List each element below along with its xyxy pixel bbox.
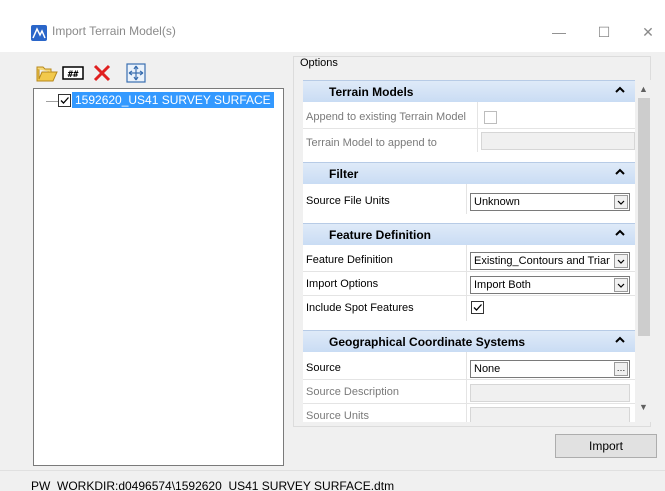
tree-item-checkbox[interactable] (58, 94, 71, 107)
gcs-source-units-field[interactable] (470, 407, 630, 422)
window-title: Import Terrain Model(s) (52, 24, 176, 38)
toolbar: ## (33, 58, 284, 90)
status-bar: PW_WORKDIR:d0496574\1592620_US41 SURVEY … (0, 470, 665, 491)
row-divider (303, 128, 635, 129)
zoom-extents-icon[interactable] (124, 61, 148, 85)
browse-ellipsis-button[interactable]: … (614, 362, 628, 376)
gcs-source-units-label: Source Units (306, 410, 369, 422)
grid-icon[interactable]: ## (61, 61, 85, 85)
section-filter[interactable]: Filter (303, 162, 635, 184)
svg-text:##: ## (68, 70, 79, 80)
gcs-source-description-label: Source Description (306, 386, 399, 398)
app-icon (31, 25, 47, 41)
open-folder-icon[interactable] (35, 61, 59, 85)
import-options-select[interactable]: Import Both (470, 276, 630, 294)
chevron-up-icon[interactable] (613, 226, 627, 240)
section-gcs[interactable]: Geographical Coordinate Systems (303, 330, 635, 352)
scroll-up-icon[interactable]: ▲ (636, 82, 651, 96)
column-divider (466, 245, 467, 321)
scroll-thumb[interactable] (638, 98, 650, 336)
chevron-up-icon[interactable] (613, 165, 627, 179)
source-file-units-value: Unknown (474, 196, 520, 208)
column-divider (466, 352, 467, 422)
maximize-button[interactable]: ☐ (590, 21, 618, 43)
terrain-list-panel: ## 1592620_US41 SURVEY SURFACE (33, 58, 284, 466)
feature-definition-label: Feature Definition (306, 254, 393, 266)
import-button[interactable]: Import (555, 434, 657, 458)
row-divider (303, 271, 635, 272)
chevron-down-icon[interactable] (614, 278, 628, 292)
feature-definition-select[interactable]: Existing_Contours and Triang (470, 252, 630, 270)
column-divider (466, 184, 467, 214)
feature-definition-value: Existing_Contours and Triang (474, 255, 610, 267)
title-bar[interactable]: Import Terrain Model(s) — ☐ ✕ (0, 8, 665, 52)
chevron-up-icon[interactable] (613, 333, 627, 347)
tree-connector (46, 101, 58, 102)
row-divider (303, 403, 635, 404)
terrain-tree[interactable]: 1592620_US41 SURVEY SURFACE (33, 88, 284, 466)
gcs-source-description-field[interactable] (470, 384, 630, 402)
append-to-field[interactable] (481, 132, 635, 150)
gcs-source-value: None (474, 363, 501, 375)
import-options-value: Import Both (474, 279, 531, 291)
close-button[interactable]: ✕ (634, 21, 662, 43)
options-label: Options (300, 57, 338, 69)
chevron-down-icon[interactable] (614, 254, 628, 268)
tree-item-label[interactable]: 1592620_US41 SURVEY SURFACE (72, 92, 274, 108)
top-strip (0, 0, 665, 8)
gcs-source-field[interactable]: None … (470, 360, 630, 378)
row-divider (303, 295, 635, 296)
chevron-down-icon[interactable] (614, 195, 628, 209)
append-existing-checkbox[interactable] (484, 111, 497, 124)
section-title-feature-definition: Feature Definition (329, 228, 432, 242)
section-feature-definition[interactable]: Feature Definition (303, 223, 635, 245)
status-path: PW_WORKDIR:d0496574\1592620_US41 SURVEY … (31, 479, 395, 491)
options-property-grid[interactable]: Terrain Models Append to existing Terrai… (303, 80, 635, 422)
section-terrain-models[interactable]: Terrain Models (303, 80, 635, 102)
import-options-label: Import Options (306, 278, 379, 290)
row-divider (303, 379, 635, 380)
column-divider (477, 102, 478, 152)
chevron-up-icon[interactable] (613, 83, 627, 97)
source-file-units-select[interactable]: Unknown (470, 193, 630, 211)
append-existing-label: Append to existing Terrain Model (306, 111, 467, 123)
scroll-down-icon[interactable]: ▼ (636, 400, 651, 414)
include-spot-features-checkbox[interactable] (471, 301, 484, 314)
section-title-terrain-models: Terrain Models (329, 85, 414, 99)
section-title-gcs: Geographical Coordinate Systems (329, 335, 526, 349)
section-title-filter: Filter (329, 167, 359, 181)
options-scrollbar[interactable]: ▲ ▼ (636, 80, 651, 422)
include-spot-features-label: Include Spot Features (306, 302, 414, 314)
minimize-button[interactable]: — (545, 21, 573, 43)
delete-icon[interactable] (90, 61, 114, 85)
import-terrain-dialog: Import Terrain Model(s) — ☐ ✕ ## 1592620… (0, 0, 665, 491)
source-file-units-label: Source File Units (306, 195, 390, 207)
gcs-source-label: Source (306, 362, 341, 374)
append-to-label: Terrain Model to append to (306, 137, 437, 149)
